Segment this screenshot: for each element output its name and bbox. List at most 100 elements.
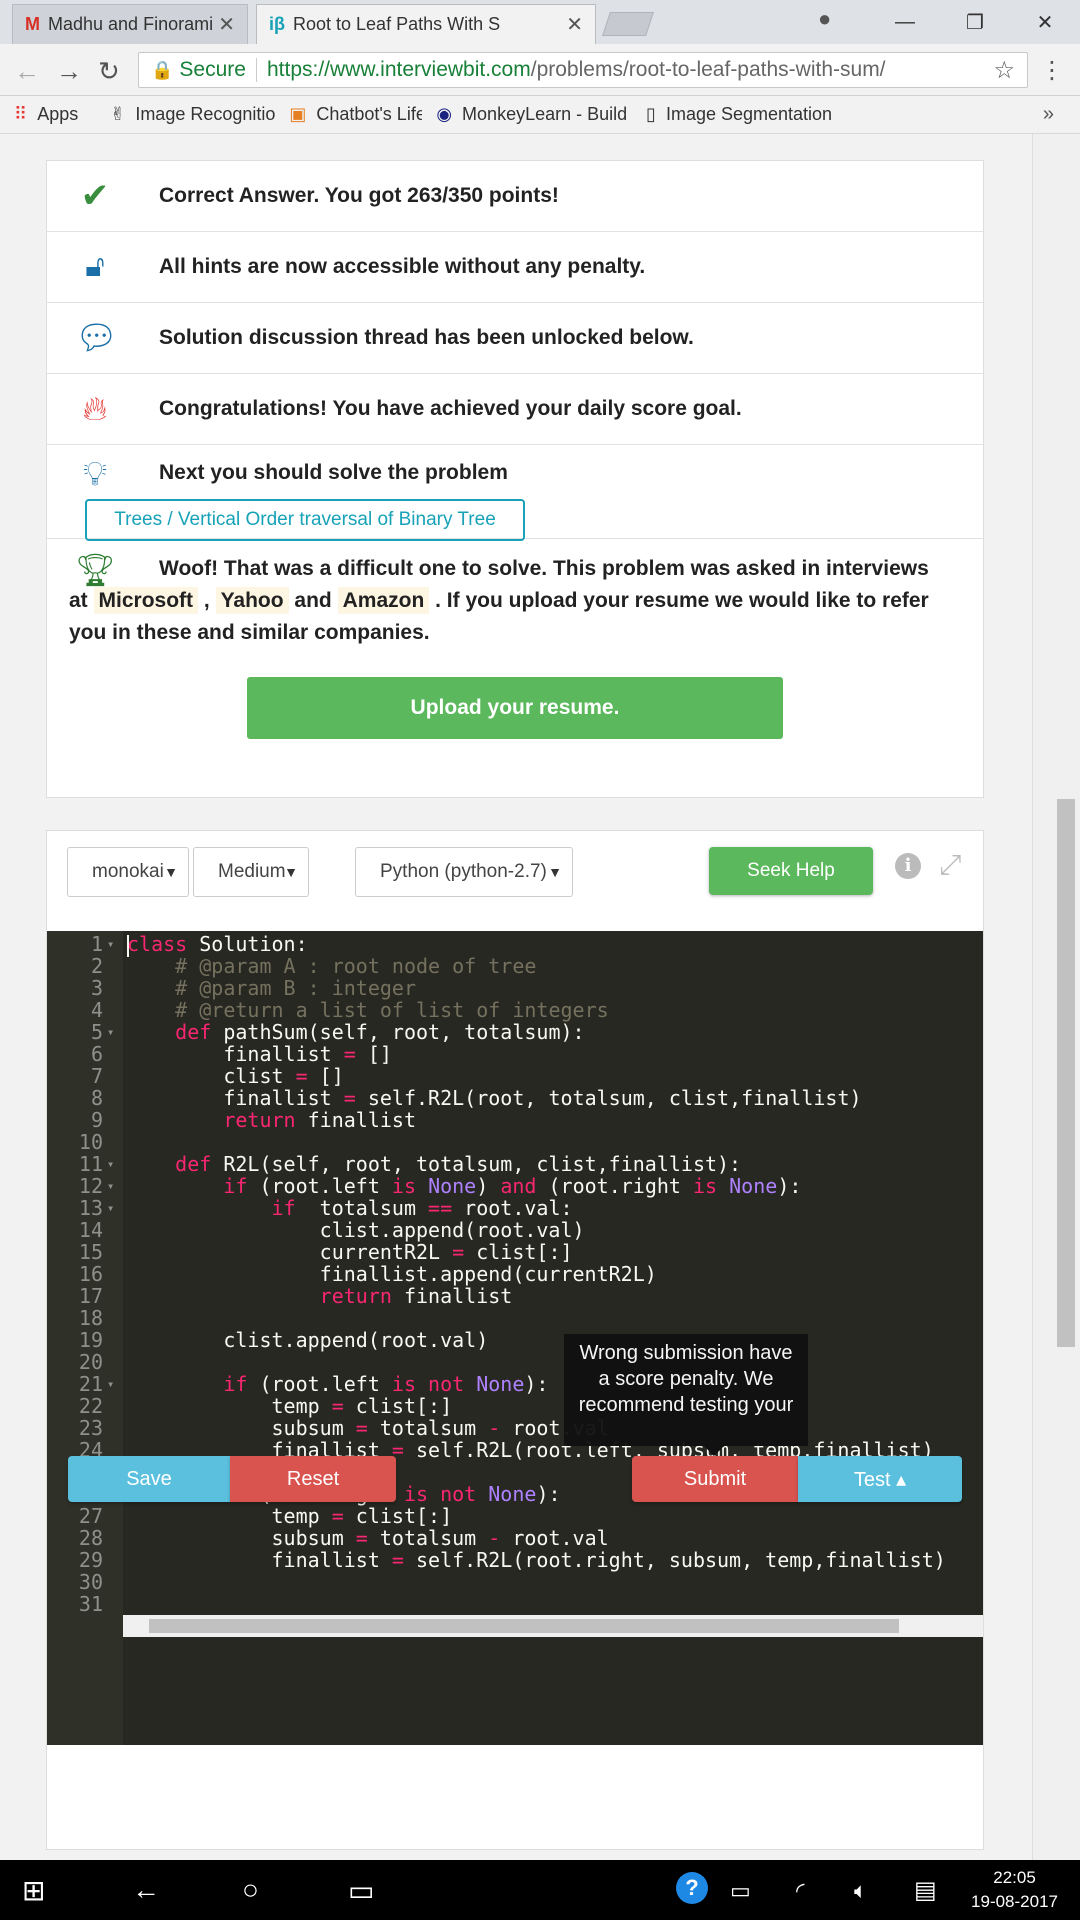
close-window-icon[interactable]: ✕ bbox=[1010, 10, 1080, 35]
correct-answer-text: Correct Answer. You got 263/350 points! bbox=[159, 184, 559, 207]
font-size-value: Medium bbox=[218, 861, 286, 882]
seek-help-button[interactable]: Seek Help bbox=[709, 847, 873, 895]
font-size-select[interactable]: Medium ▼ bbox=[193, 847, 309, 897]
lock-icon: 🔒 bbox=[151, 59, 174, 80]
woof-outro: . If you upload your resume we would lik… bbox=[69, 589, 929, 644]
tooltip-arrow bbox=[704, 1446, 724, 1456]
congrats-text: Congratulations! You have achieved your … bbox=[159, 397, 742, 420]
result-card: ✔ Correct Answer. You got 263/350 points… bbox=[46, 160, 984, 798]
volume-icon[interactable]: 🔈︎ bbox=[854, 1878, 867, 1904]
tab-gmail[interactable]: M Madhu and Finoramic - r ✕ bbox=[12, 4, 248, 44]
test-button[interactable]: Test ▴ bbox=[798, 1456, 962, 1502]
bookmark-label: Apps bbox=[37, 104, 79, 124]
wifi-icon[interactable]: ◜ bbox=[796, 1878, 805, 1904]
image-recognition-icon: ✌ bbox=[110, 104, 126, 124]
discussion-text: Solution discussion thread has been unlo… bbox=[159, 326, 694, 349]
horizontal-scroll-thumb[interactable] bbox=[149, 1619, 899, 1633]
editor-card: monokai ▼ Medium ▼ Python (python-2.7) ▼… bbox=[46, 830, 984, 1850]
company-yahoo: Yahoo bbox=[215, 587, 289, 614]
next-problem-row: 💡︎ Next you should solve the problem Tre… bbox=[47, 445, 983, 541]
correct-answer-row: ✔ Correct Answer. You got 263/350 points… bbox=[47, 161, 983, 232]
windows-start-icon[interactable]: ⊞ bbox=[22, 1874, 45, 1907]
help-icon[interactable]: ? bbox=[676, 1872, 708, 1904]
chatbot-icon: ▣ bbox=[289, 104, 307, 124]
bookmarks-overflow-icon[interactable]: » bbox=[1043, 103, 1054, 126]
bookmark-apps[interactable]: ⠿ Apps bbox=[14, 104, 96, 125]
discussion-row: 💬︎ Solution discussion thread has been u… bbox=[47, 303, 983, 374]
bookmark-monkeylearn[interactable]: ◉ MonkeyLearn - Build bbox=[436, 104, 632, 125]
cortana-icon[interactable]: ○ bbox=[242, 1874, 259, 1906]
upload-resume-button[interactable]: Upload your resume. bbox=[247, 677, 783, 739]
congrats-row: 🔥︎ Congratulations! You have achieved yo… bbox=[47, 374, 983, 445]
browser-tab-bar: M Madhu and Finoramic - r ✕ iβ Root to L… bbox=[0, 0, 1080, 44]
monkeylearn-icon: ◉ bbox=[436, 104, 453, 124]
save-button[interactable]: Save bbox=[68, 1456, 230, 1502]
reset-button[interactable]: Reset bbox=[230, 1456, 396, 1502]
browser-menu-icon[interactable]: ⋮ bbox=[1040, 56, 1064, 85]
close-tab-icon[interactable]: ✕ bbox=[566, 12, 583, 37]
clock-time: 22:05 bbox=[993, 1868, 1036, 1887]
bookmark-label: MonkeyLearn - Build bbox=[462, 104, 628, 124]
clock-date: 19-08-2017 bbox=[971, 1892, 1058, 1911]
submit-button[interactable]: Submit bbox=[632, 1456, 798, 1502]
url-field[interactable]: 🔒 Secure https://www.interviewbit.com/pr… bbox=[138, 52, 1028, 88]
code-editor[interactable]: 1 ▾ class Solution: 2 # @param A : root no… bbox=[47, 931, 983, 1745]
fullscreen-icon[interactable]: ⤢ bbox=[939, 849, 961, 882]
theme-value: monokai bbox=[92, 861, 164, 882]
tab-interviewbit[interactable]: iβ Root to Leaf Paths With S ✕ bbox=[256, 4, 596, 44]
bookmark-chatbots-life[interactable]: ▣ Chatbot's Life bbox=[289, 104, 422, 125]
secure-label: Secure bbox=[179, 58, 257, 82]
bookmark-image-segmentation[interactable]: ▯ Image Segmentation bbox=[646, 104, 836, 125]
lightbulb-icon: 💡︎ bbox=[83, 455, 107, 493]
interviewbit-icon: iβ bbox=[269, 14, 285, 34]
back-icon[interactable]: ← bbox=[14, 56, 40, 87]
window-controls: — ❐ ✕ bbox=[870, 0, 1080, 44]
bookmark-star-icon[interactable]: ☆ bbox=[993, 56, 1015, 85]
horizontal-scrollbar[interactable] bbox=[123, 1615, 983, 1637]
dropdown-caret-icon: ▼ bbox=[164, 864, 178, 880]
company-microsoft: Microsoft bbox=[93, 587, 199, 614]
language-select[interactable]: Python (python-2.7) ▼ bbox=[355, 847, 573, 897]
bookmark-label: Chatbot's Life bbox=[316, 104, 423, 124]
profile-icon[interactable]: ● bbox=[818, 6, 831, 32]
apps-icon: ⠿ bbox=[14, 104, 28, 124]
system-clock[interactable]: 22:05 19-08-2017 bbox=[971, 1866, 1058, 1914]
language-value: Python (python-2.7) bbox=[380, 861, 547, 882]
notifications-icon[interactable]: ▤ bbox=[914, 1876, 937, 1905]
page-scrollbar[interactable] bbox=[1032, 134, 1080, 1860]
task-view-icon[interactable]: ▭ bbox=[348, 1874, 374, 1907]
theme-select[interactable]: monokai ▼ bbox=[67, 847, 189, 897]
close-tab-icon[interactable]: ✕ bbox=[218, 12, 235, 37]
new-tab-button[interactable] bbox=[602, 12, 654, 36]
tab-title: Root to Leaf Paths With S bbox=[293, 14, 501, 34]
battery-icon[interactable]: ▭ bbox=[730, 1878, 751, 1904]
tab-title: Madhu and Finoramic - r bbox=[48, 14, 213, 34]
fire-icon: 🔥︎ bbox=[82, 389, 108, 428]
editor-toolbar: monokai ▼ Medium ▼ Python (python-2.7) ▼… bbox=[47, 831, 983, 931]
info-icon[interactable]: i bbox=[895, 853, 921, 879]
next-problem-link[interactable]: Trees / Vertical Order traversal of Bina… bbox=[85, 499, 525, 541]
submission-tooltip: Wrong submission have a score penalty. W… bbox=[564, 1334, 808, 1446]
companies-paragraph: Woof! That was a difficult one to solve.… bbox=[69, 553, 949, 649]
chat-bubble-icon: 💬︎ bbox=[75, 319, 119, 357]
restore-icon[interactable]: ❐ bbox=[940, 10, 1010, 35]
code-line: 31 bbox=[78, 1592, 103, 1616]
back-icon[interactable]: ← bbox=[132, 1874, 160, 1906]
unlock-icon: 🔓︎ bbox=[85, 250, 105, 283]
company-amazon: Amazon bbox=[337, 587, 430, 614]
bookmark-image-recognition[interactable]: ✌ Image Recognition St bbox=[110, 104, 275, 125]
next-problem-text: Next you should solve the problem bbox=[159, 461, 508, 484]
windows-taskbar: ⊞ ← ○ ▭ ? ▭ ◜ 🔈︎ ▤ 22:05 19-08-2017 bbox=[0, 1860, 1080, 1920]
bookmark-label: Image Recognition St bbox=[135, 104, 276, 124]
reload-icon[interactable]: ↻ bbox=[98, 56, 120, 87]
forward-icon[interactable]: → bbox=[56, 56, 82, 87]
minimize-icon[interactable]: — bbox=[870, 11, 940, 34]
bookmark-label: Image Segmentation bbox=[665, 104, 833, 124]
hints-text: All hints are now accessible without any… bbox=[159, 255, 646, 278]
company-and: and bbox=[294, 589, 332, 612]
page-icon: ▯ bbox=[646, 104, 656, 124]
url-host: https://www.interviewbit.com bbox=[266, 58, 531, 81]
address-bar-row: ← → ↻ 🔒 Secure https://www.interviewbit.… bbox=[0, 44, 1080, 96]
page-scroll-thumb[interactable] bbox=[1057, 799, 1075, 1347]
bookmarks-bar: ⠿ Apps ✌ Image Recognition St ▣ Chatbot'… bbox=[0, 96, 1080, 134]
